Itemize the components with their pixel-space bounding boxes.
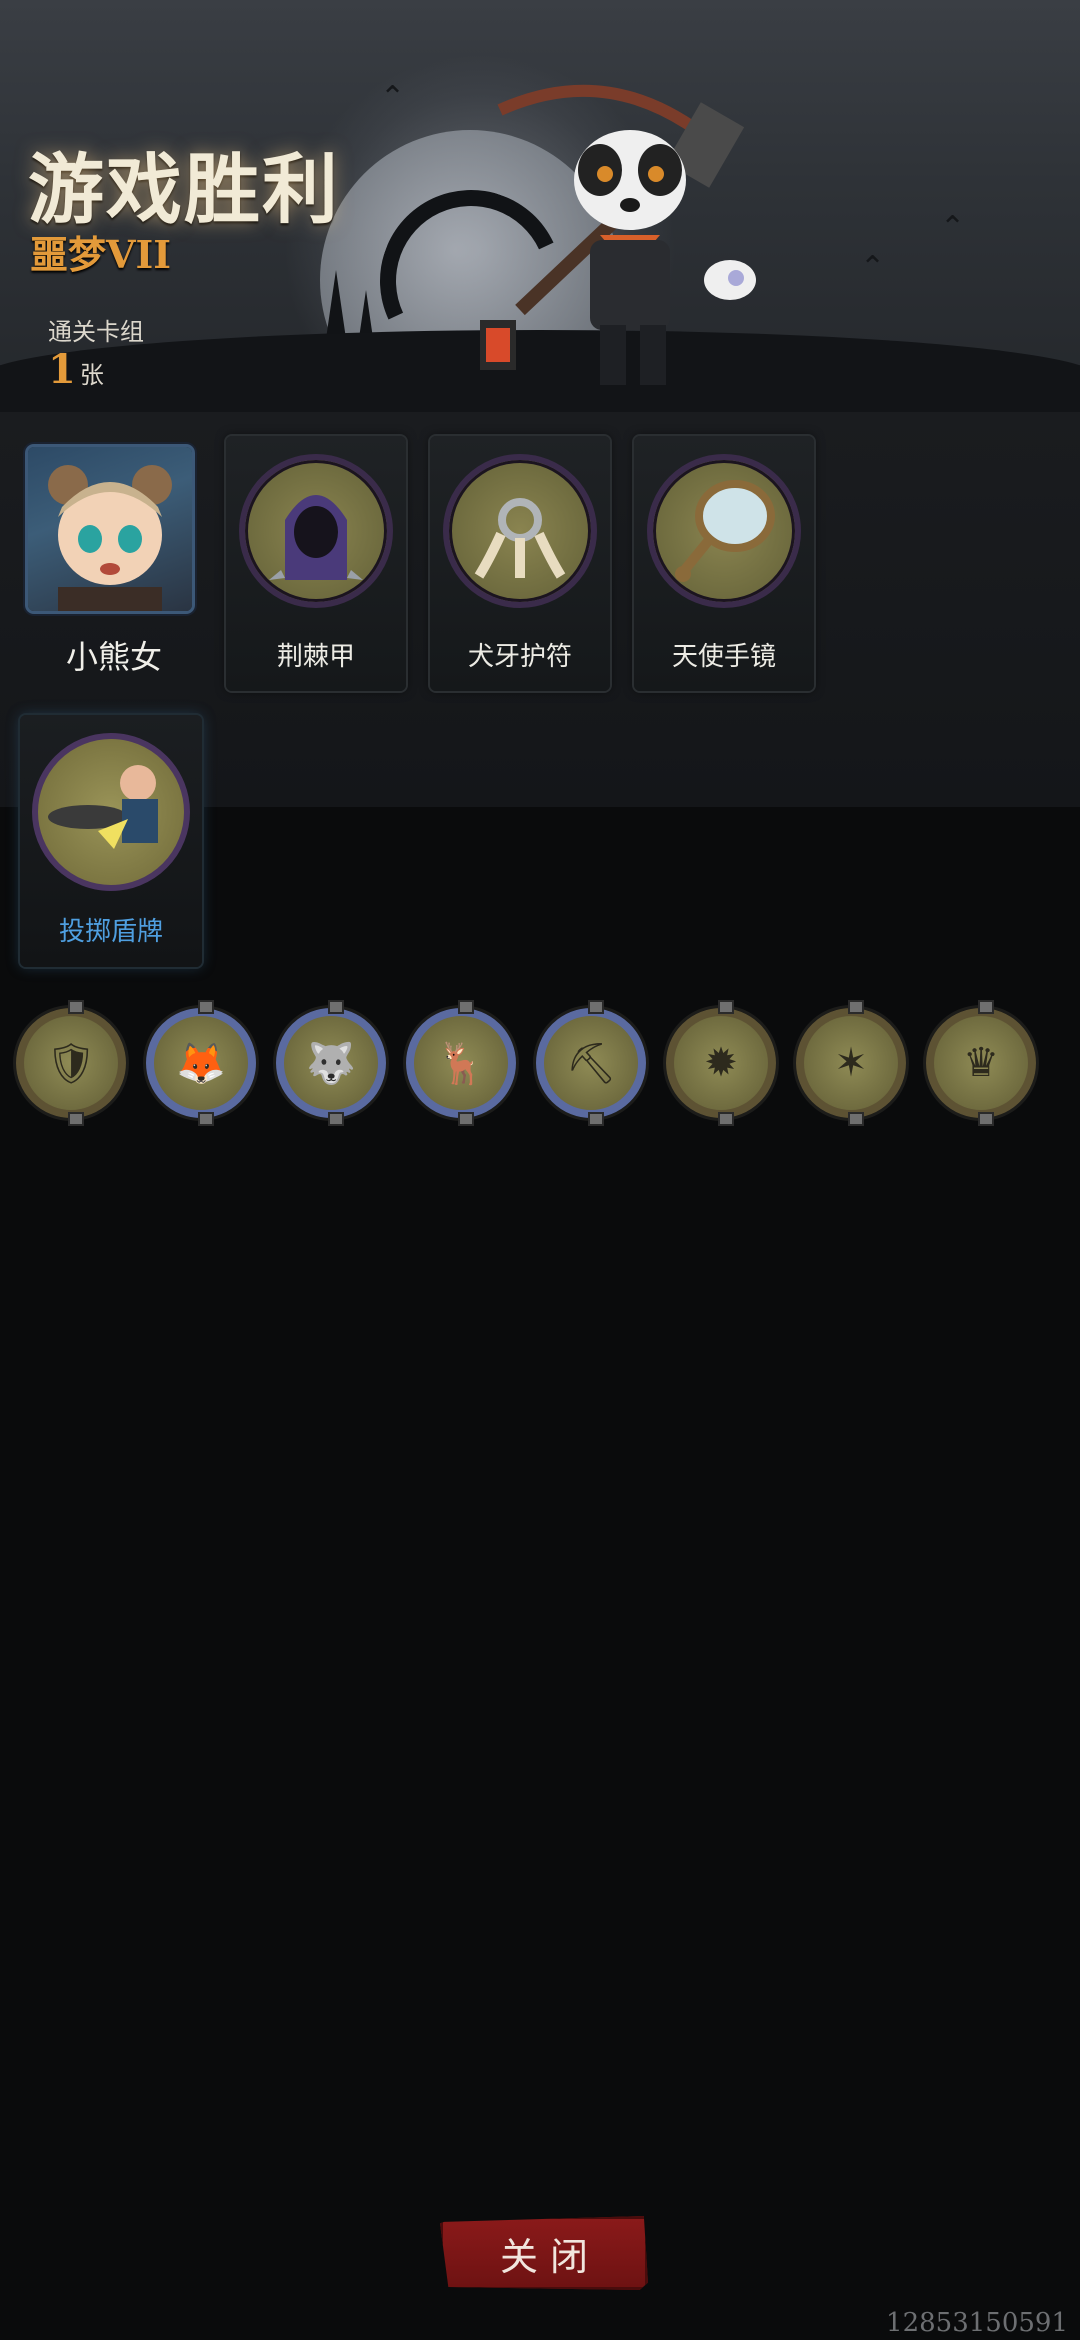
hero-portrait[interactable] [28,447,192,611]
angel-mirror-icon [647,454,801,608]
fox-runner-medal-icon[interactable]: 🦊 [146,1000,256,1126]
clear-deck-label: 通关卡组 [48,318,144,346]
hero-name: 小熊女 [65,638,162,676]
difficulty-label: 噩梦VII [30,232,172,277]
clear-deck-count-row: 1 张 [48,346,104,393]
bear-shield-medal-icon[interactable]: 🛡 [16,1000,126,1126]
clear-deck-unit: 张 [79,361,104,389]
spiked-shield-medal-icon[interactable]: ✹ [666,1000,776,1126]
reward-card-thorn-armor[interactable]: 荆棘甲 [226,436,406,691]
miner-medal-icon[interactable]: ⛏ [536,1000,646,1126]
card-label: 投掷盾牌 [58,917,163,947]
deer-medal-icon[interactable]: 🦌 [406,1000,516,1126]
throw-shield-icon [32,733,190,891]
bat-icon: ⌃ [860,250,886,285]
dog-miner-mascot-icon [480,84,756,385]
reward-card-label: 犬牙护符 [467,642,572,672]
reward-card-label: 天使手镜 [671,642,776,672]
victory-banner: ⌃ ⌃ ⌃ 游戏胜利 噩梦VII 通关卡组 1 张 [0,0,1080,412]
user-id: 12853150591 [886,2308,1068,2338]
bat-icon: ⌃ [380,80,406,115]
close-button[interactable]: 关 闭 [440,2216,648,2290]
clear-deck-count: 1 [48,346,76,393]
wolf-medal-icon[interactable]: 🐺 [276,1000,386,1126]
page-title: 游戏胜利 [28,145,340,234]
fang-amulet-icon [443,454,597,608]
spike-trap-medal-icon[interactable]: ✶ [796,1000,906,1126]
thorn-armor-icon [239,454,393,608]
bear-girl-portrait-icon [48,465,172,611]
reward-card-fang-amulet[interactable]: 犬牙护符 [430,436,610,691]
bear-girl-medal-icon[interactable]: ♛ [926,1000,1036,1126]
reward-card-label: 荆棘甲 [276,642,355,672]
card-throw-shield[interactable]: 投掷盾牌 [20,715,202,967]
bat-icon: ⌃ [940,210,966,245]
reward-card-angel-mirror[interactable]: 天使手镜 [634,436,814,691]
